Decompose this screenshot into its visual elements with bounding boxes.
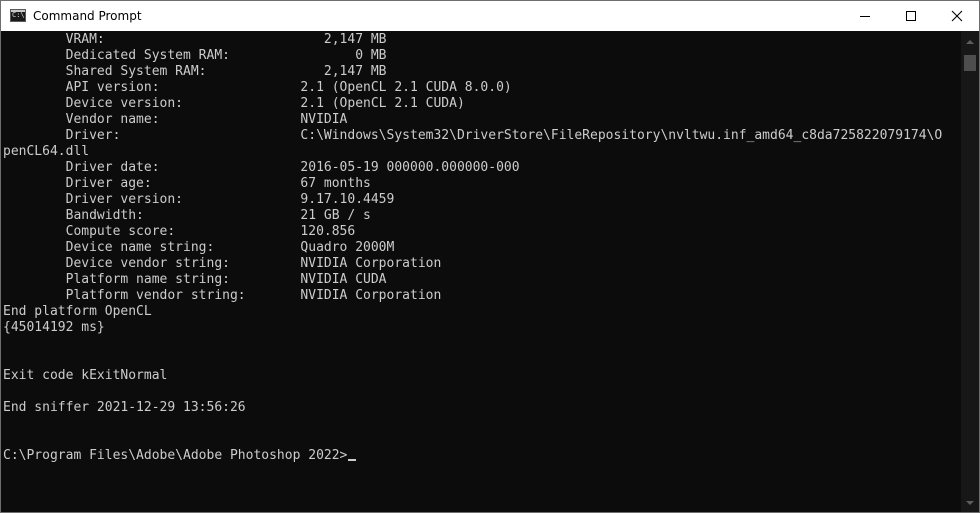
- close-icon: [951, 10, 963, 22]
- console-line: penCL64.dll: [3, 144, 90, 159]
- console-line: Device version: 2.1 (OpenCL 2.1 CUDA): [3, 96, 465, 111]
- console-line: Device name string: Quadro 2000M: [3, 240, 395, 255]
- window-title: Command Prompt: [33, 9, 142, 23]
- scroll-up-arrow-icon[interactable]: [961, 33, 979, 51]
- console-line: Compute score: 120.856: [3, 224, 356, 239]
- maximize-icon: [906, 11, 916, 21]
- console-line: Driver: C:\Windows\System32\DriverStore\…: [3, 128, 943, 143]
- console-line: End platform OpenCL: [3, 304, 152, 319]
- console-line: {45014192 ms}: [3, 320, 105, 335]
- console-lines: VRAM: 2,147 MB Dedicated System RAM: 0 M…: [3, 32, 942, 464]
- text-cursor: [348, 459, 357, 461]
- console-line: Driver version: 9.17.10.4459: [3, 192, 395, 207]
- console-line: Vendor name: NVIDIA: [3, 112, 348, 127]
- console-line: VRAM: 2,147 MB: [3, 32, 387, 47]
- console-line: Driver date: 2016-05-19 000000.000000-00…: [3, 160, 520, 175]
- command-prompt-line[interactable]: C:\Program Files\Adobe\Adobe Photoshop 2…: [3, 448, 942, 464]
- prompt-path: C:\Program Files\Adobe\Adobe Photoshop 2…: [3, 448, 348, 463]
- console-line: Platform name string: NVIDIA CUDA: [3, 272, 387, 287]
- console-line: Bandwidth: 21 GB / s: [3, 208, 371, 223]
- minimize-button[interactable]: [842, 1, 888, 31]
- scroll-down-arrow-icon[interactable]: [961, 494, 979, 512]
- scrollbar-thumb[interactable]: [964, 55, 976, 71]
- console-output[interactable]: VRAM: 2,147 MB Dedicated System RAM: 0 M…: [1, 31, 961, 512]
- console-line: Driver age: 67 months: [3, 176, 371, 191]
- console-line: Device vendor string: NVIDIA Corporation: [3, 256, 442, 271]
- console-line: Exit code kExitNormal: [3, 368, 168, 383]
- command-prompt-icon[interactable]: C:\: [10, 9, 26, 22]
- maximize-button[interactable]: [888, 1, 934, 31]
- minimize-icon: [860, 16, 870, 17]
- title-bar[interactable]: C:\ Command Prompt: [1, 1, 979, 31]
- close-button[interactable]: [934, 1, 979, 31]
- console-line: End sniffer 2021-12-29 13:56:26: [3, 400, 246, 415]
- console-line: Shared System RAM: 2,147 MB: [3, 64, 387, 79]
- console-line: Platform vendor string: NVIDIA Corporati…: [3, 288, 442, 303]
- console-line: Dedicated System RAM: 0 MB: [3, 48, 387, 63]
- console-line: API version: 2.1 (OpenCL 2.1 CUDA 8.0.0): [3, 80, 512, 95]
- vertical-scrollbar[interactable]: [961, 31, 979, 512]
- command-prompt-window: C:\ Command Prompt VRAM: 2,147 MB Dedica…: [0, 0, 980, 513]
